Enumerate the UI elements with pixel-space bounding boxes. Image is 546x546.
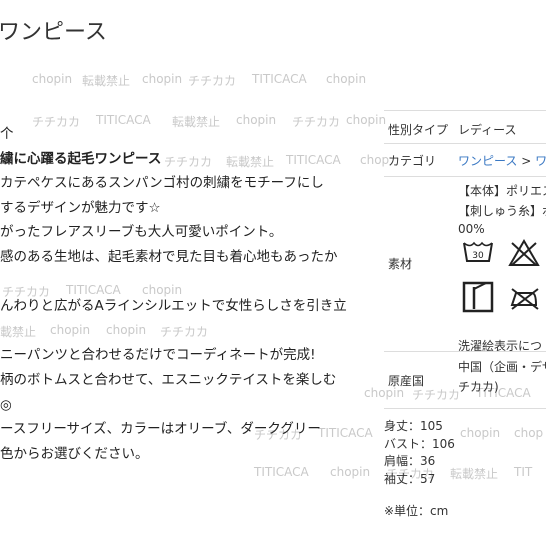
watermark: chopin xyxy=(142,72,183,86)
size-item: 袖丈：57 xyxy=(384,471,436,486)
watermark: 転載禁止 xyxy=(82,74,131,88)
watermark: TITICACA xyxy=(254,465,309,479)
description-line: 个 xyxy=(0,126,14,142)
spec-label: カテゴリ xyxy=(388,154,437,168)
size-item: 身丈：105 xyxy=(384,419,443,433)
wash-30-icon: 30 xyxy=(463,241,493,262)
spec-table: 性別タイプ レディース カテゴリ ワンピース > ワ 素材 【本体】ポリエス 【… xyxy=(384,110,546,409)
category-link[interactable]: ワ xyxy=(535,154,546,168)
breadcrumb-separator: > xyxy=(521,154,532,168)
material-text: 【刺しゅう糸】ボ xyxy=(458,204,546,218)
size-list: 身丈：105 バスト：106 肩幅：36 袖丈：57 xyxy=(384,418,455,488)
size-item: 肩幅：36 xyxy=(384,454,436,468)
description-line: ースフリーサイズ、カラーはオリーブ、ダークグリー xyxy=(0,421,321,438)
spec-row-category: カテゴリ ワンピース > ワ xyxy=(384,144,546,177)
spec-label: 原産国 xyxy=(388,374,425,388)
material-text: 【本体】ポリエス xyxy=(458,184,546,198)
watermark: 転載禁止 xyxy=(450,467,499,481)
description-line: 感のある生地は、起毛素材で見た目も着心地もあったか xyxy=(0,248,338,265)
product-description: 个 繍に心躍る起毛ワンピース カテペケスにあるスンパンゴ村の刺繍をモチーフにし … xyxy=(0,122,380,466)
watermark: TITICACA xyxy=(252,72,307,86)
spec-label: 性別タイプ xyxy=(388,123,449,137)
description-line: んわりと広がるAラインシルエットで女性らしさを引き立 xyxy=(0,298,347,315)
watermark: chopin xyxy=(32,72,73,86)
watermark: TIT xyxy=(514,465,533,479)
description-line xyxy=(0,270,380,295)
category-link[interactable]: ワンピース xyxy=(458,154,517,168)
watermark: chopin xyxy=(330,465,371,479)
unit-note: ※単位：cm xyxy=(384,504,449,518)
description-heading: 繍に心躍る起毛ワンピース xyxy=(0,150,162,167)
origin-text: 中国（企画・デザ xyxy=(458,360,546,374)
description-line: がったフレアスリーブも大人可愛いポイント。 xyxy=(0,224,283,241)
description-line: ニーパンツと合わせるだけでコーディネートが完成! xyxy=(0,347,316,364)
description-line: 色からお選びください。 xyxy=(0,445,149,462)
description-line: カテペケスにあるスンパンゴ村の刺繍をモチーフにし xyxy=(0,175,324,192)
product-title: ワンピース xyxy=(0,20,107,45)
gender-link[interactable]: レディース xyxy=(458,121,517,138)
wash-temp: 30 xyxy=(472,251,484,261)
size-item: バスト：106 xyxy=(384,436,455,451)
watermark: チチカカ xyxy=(188,74,237,88)
spec-row-gender: 性別タイプ レディース xyxy=(384,111,546,144)
category-breadcrumb: ワンピース > ワ xyxy=(458,152,546,169)
no-iron-icon xyxy=(510,288,539,310)
no-bleach-icon xyxy=(508,239,540,266)
origin-text: チカカ) xyxy=(458,380,499,394)
description-line: ◎ xyxy=(0,396,12,413)
hang-dry-icon xyxy=(462,281,494,313)
description-line: するデザインが魅力です☆ xyxy=(0,199,161,216)
spec-label: 素材 xyxy=(388,257,413,271)
watermark: chopin xyxy=(326,72,367,86)
material-text: 00% xyxy=(458,222,485,236)
description-line: 柄のボトムスと合わせて、エスニックテイストを楽しむ xyxy=(0,371,337,388)
spec-row-origin: 原産国 中国（企画・デザ チカカ) xyxy=(384,352,546,409)
description-line xyxy=(0,319,380,344)
